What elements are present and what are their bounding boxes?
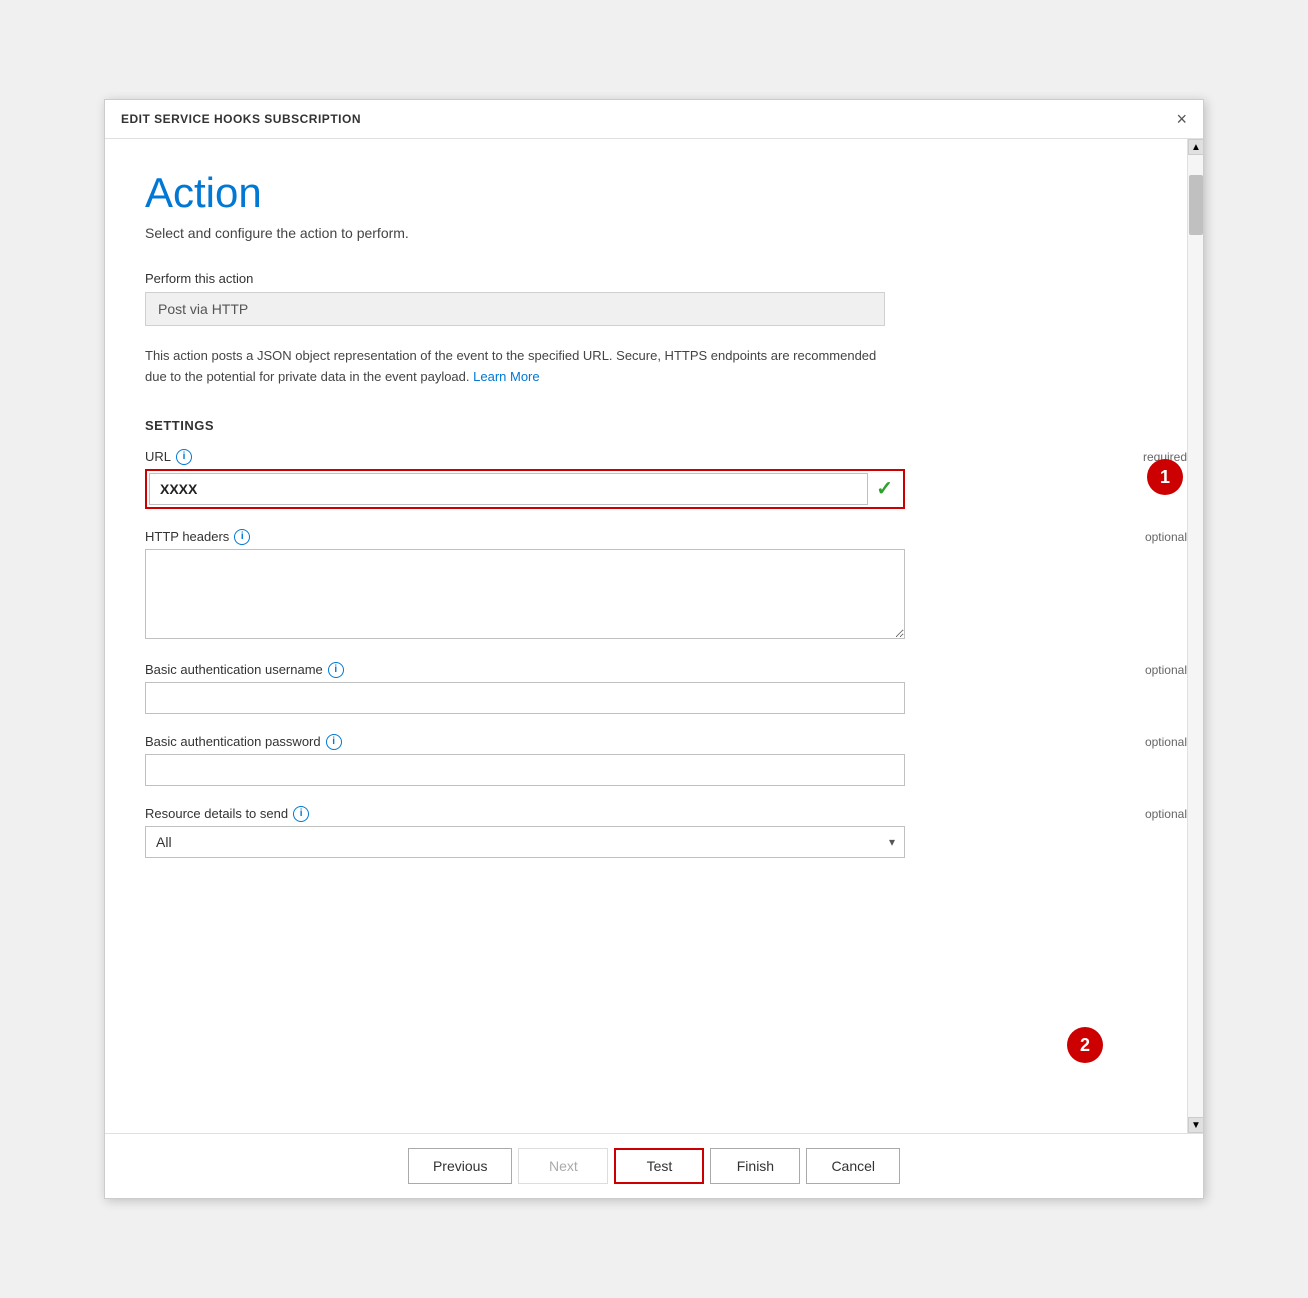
basic-auth-username-optional: optional — [1145, 663, 1187, 677]
finish-button[interactable]: Finish — [710, 1148, 800, 1184]
basic-auth-username-input[interactable] — [145, 682, 905, 714]
resource-details-info-icon[interactable]: i — [293, 806, 309, 822]
previous-button[interactable]: Previous — [408, 1148, 512, 1184]
scrollbar-up-arrow[interactable]: ▲ — [1188, 139, 1204, 155]
url-info-icon[interactable]: i — [176, 449, 192, 465]
close-button[interactable]: × — [1176, 110, 1187, 128]
perform-action-label: Perform this action — [145, 271, 1187, 286]
page-heading: Action — [145, 169, 1187, 217]
basic-auth-username-label: Basic authentication username i — [145, 662, 344, 678]
dialog-title: EDIT SERVICE HOOKS SUBSCRIPTION — [121, 112, 361, 126]
resource-details-label-row: Resource details to send i optional — [145, 806, 1187, 822]
url-input-row: ✓ — [149, 473, 901, 505]
http-headers-info-icon[interactable]: i — [234, 529, 250, 545]
next-button: Next — [518, 1148, 608, 1184]
description-text: This action posts a JSON object represen… — [145, 346, 885, 388]
http-headers-field-group: HTTP headers i optional — [145, 529, 1187, 642]
basic-auth-username-group: Basic authentication username i optional — [145, 662, 1187, 714]
dialog-titlebar: EDIT SERVICE HOOKS SUBSCRIPTION × — [105, 100, 1203, 139]
dialog-window: EDIT SERVICE HOOKS SUBSCRIPTION × Action… — [104, 99, 1204, 1199]
cancel-button[interactable]: Cancel — [806, 1148, 900, 1184]
page-subtitle: Select and configure the action to perfo… — [145, 225, 1187, 241]
url-field-wrapper: ✓ — [145, 469, 905, 509]
http-headers-label: HTTP headers i — [145, 529, 250, 545]
url-label-row: URL i required — [145, 449, 1187, 465]
perform-action-group: Perform this action Post via HTTP — [145, 271, 1187, 326]
url-input[interactable] — [149, 473, 868, 505]
url-field-group: URL i required ✓ — [145, 449, 1187, 509]
basic-auth-password-input[interactable] — [145, 754, 905, 786]
basic-auth-password-label: Basic authentication password i — [145, 734, 342, 750]
http-headers-label-row: HTTP headers i optional — [145, 529, 1187, 545]
basic-auth-password-group: Basic authentication password i optional — [145, 734, 1187, 786]
basic-auth-password-label-row: Basic authentication password i optional — [145, 734, 1187, 750]
scrollbar-down-arrow[interactable]: ▼ — [1188, 1117, 1204, 1133]
annotation-badge-1: 1 — [1147, 459, 1183, 495]
settings-heading: SETTINGS — [145, 418, 1187, 433]
learn-more-link[interactable]: Learn More — [473, 369, 539, 384]
dialog-body: Action Select and configure the action t… — [105, 139, 1203, 1133]
basic-auth-password-optional: optional — [1145, 735, 1187, 749]
basic-auth-username-info-icon[interactable]: i — [328, 662, 344, 678]
resource-details-select[interactable]: All Minimal None — [145, 826, 905, 858]
dialog-footer: Previous Next Test Finish Cancel — [105, 1133, 1203, 1198]
url-label: URL i — [145, 449, 192, 465]
http-headers-optional: optional — [1145, 530, 1187, 544]
checkmark-icon: ✓ — [868, 476, 901, 501]
resource-details-optional: optional — [1145, 807, 1187, 821]
test-button[interactable]: Test — [614, 1148, 704, 1184]
basic-auth-username-label-row: Basic authentication username i optional — [145, 662, 1187, 678]
annotation-badge-2: 2 — [1067, 1027, 1103, 1063]
http-headers-textarea[interactable] — [145, 549, 905, 639]
resource-details-select-wrapper: All Minimal None ▾ — [145, 826, 905, 858]
resource-details-group: Resource details to send i optional All … — [145, 806, 1187, 858]
basic-auth-password-info-icon[interactable]: i — [326, 734, 342, 750]
resource-details-label: Resource details to send i — [145, 806, 309, 822]
scrollbar[interactable]: ▲ ▼ — [1187, 139, 1203, 1133]
perform-action-value: Post via HTTP — [145, 292, 885, 326]
scrollbar-thumb[interactable] — [1189, 175, 1203, 235]
